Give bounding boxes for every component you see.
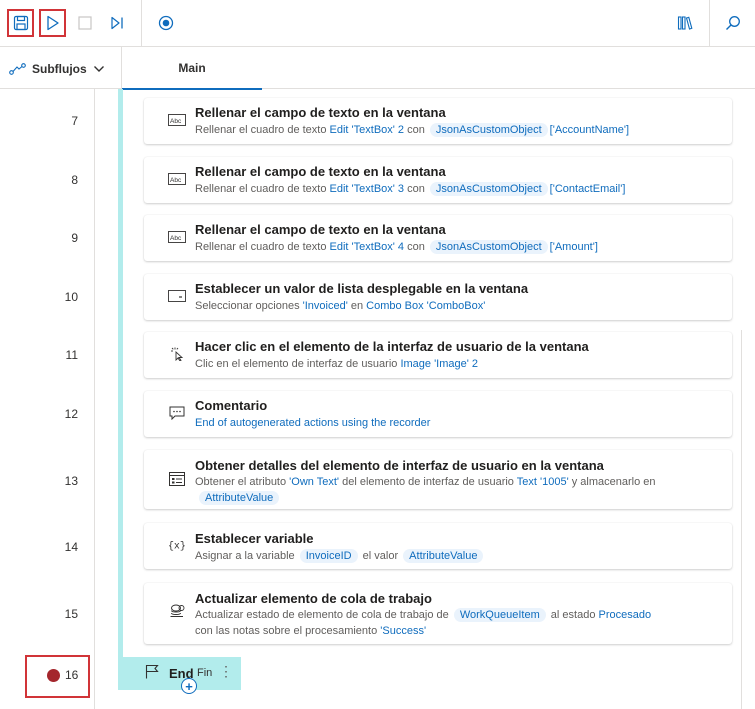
line-number[interactable]: 15 bbox=[40, 607, 78, 621]
toolbar-divider bbox=[709, 0, 710, 47]
breakpoint-icon[interactable] bbox=[47, 669, 60, 682]
variable-chip: JsonAsCustomObject bbox=[429, 123, 548, 137]
line-number[interactable]: 11 bbox=[40, 348, 78, 362]
library-button[interactable] bbox=[671, 9, 698, 37]
run-next-action-icon bbox=[110, 16, 123, 30]
action-description: Clic en el elemento de interfaz de usuar… bbox=[195, 358, 479, 370]
comment-icon bbox=[168, 406, 186, 420]
editor-right-border bbox=[741, 330, 742, 709]
action-card[interactable]: Abc Rellenar el campo de texto en la ven… bbox=[144, 157, 732, 203]
action-title: Rellenar el campo de texto en la ventana bbox=[195, 105, 446, 120]
textbox-icon: Abc bbox=[168, 172, 186, 186]
toolbar-divider bbox=[141, 0, 142, 47]
flag-icon bbox=[145, 664, 159, 679]
run-button[interactable] bbox=[39, 9, 66, 37]
line-number[interactable]: 9 bbox=[40, 231, 78, 245]
line-number[interactable]: 10 bbox=[40, 290, 78, 304]
search-icon bbox=[725, 16, 740, 30]
action-title: Rellenar el campo de texto en la ventana bbox=[195, 164, 446, 179]
action-description: Obtener el atributo 'Own Text' del eleme… bbox=[195, 476, 656, 505]
action-card[interactable]: Hacer clic en el elemento de la interfaz… bbox=[144, 332, 732, 378]
library-icon bbox=[677, 16, 692, 30]
tab-main-label: Main bbox=[178, 61, 206, 75]
line-number[interactable]: 14 bbox=[40, 540, 78, 554]
action-description: Actualizar estado de elemento de cola de… bbox=[195, 608, 652, 637]
play-icon bbox=[46, 15, 59, 31]
action-title: Comentario bbox=[195, 398, 268, 413]
toolbar bbox=[0, 0, 755, 47]
tab-selected-indicator bbox=[122, 88, 262, 90]
line-number[interactable]: 8 bbox=[40, 173, 78, 187]
line-number[interactable]: 13 bbox=[40, 474, 78, 488]
click-icon bbox=[168, 347, 186, 361]
work-queue-icon bbox=[168, 604, 186, 618]
stop-icon bbox=[77, 16, 92, 30]
subflow-tabs-bar: Subflujos Main bbox=[0, 47, 755, 90]
action-description: End of autogenerated actions using the r… bbox=[195, 417, 431, 429]
run-next-action-button[interactable] bbox=[103, 9, 130, 37]
textbox-icon: Abc bbox=[168, 230, 186, 244]
action-title: Establecer un valor de lista desplegable… bbox=[195, 281, 529, 296]
action-card[interactable]: {x} Establecer variable Asignar a la var… bbox=[144, 523, 732, 569]
action-card[interactable]: Abc Rellenar el campo de texto en la ven… bbox=[144, 98, 732, 144]
action-title: Establecer variable bbox=[195, 531, 314, 546]
stop-button[interactable] bbox=[71, 9, 98, 37]
record-button[interactable] bbox=[152, 9, 179, 37]
end-action[interactable]: End Fin ⋮ bbox=[118, 657, 241, 690]
action-description: Rellenar el cuadro de texto Edit 'TextBo… bbox=[195, 240, 598, 254]
main-scope-bar bbox=[118, 89, 123, 657]
subflows-dropdown[interactable]: Subflujos bbox=[9, 60, 105, 78]
variable-icon: {x} bbox=[168, 538, 186, 552]
svg-text:{x}: {x} bbox=[168, 541, 186, 552]
subflows-label: Subflujos bbox=[32, 62, 87, 76]
action-description: Rellenar el cuadro de texto Edit 'TextBo… bbox=[195, 123, 630, 137]
variable-chip: JsonAsCustomObject bbox=[429, 240, 548, 254]
action-title: Hacer clic en el elemento de la interfaz… bbox=[195, 339, 589, 354]
subflow-icon bbox=[9, 63, 26, 75]
more-options-icon[interactable]: ⋮ bbox=[219, 663, 233, 680]
action-title: Obtener detalles del elemento de interfa… bbox=[195, 458, 604, 473]
line-number[interactable]: 12 bbox=[40, 407, 78, 421]
action-card[interactable]: Establecer un valor de lista desplegable… bbox=[144, 274, 732, 320]
action-card[interactable]: Abc Rellenar el campo de texto en la ven… bbox=[144, 215, 732, 261]
save-icon bbox=[13, 15, 28, 31]
variable-chip: AttributeValue bbox=[199, 491, 280, 505]
action-title: Actualizar elemento de cola de trabajo bbox=[195, 591, 432, 606]
svg-text:Abc: Abc bbox=[170, 177, 182, 184]
action-card[interactable]: Obtener detalles del elemento de interfa… bbox=[144, 450, 732, 509]
line-number[interactable]: 7 bbox=[40, 114, 78, 128]
svg-text:Abc: Abc bbox=[170, 118, 182, 125]
variable-chip: WorkQueueItem bbox=[453, 608, 546, 622]
chevron-down-icon bbox=[93, 66, 104, 72]
add-action-button[interactable]: + bbox=[181, 678, 197, 694]
line-number: 16 bbox=[65, 668, 79, 682]
action-card[interactable]: Comentario End of autogenerated actions … bbox=[144, 391, 732, 437]
action-description: Rellenar el cuadro de texto Edit 'TextBo… bbox=[195, 182, 626, 196]
variable-chip: InvoiceID bbox=[299, 549, 358, 563]
variable-chip: JsonAsCustomObject bbox=[429, 182, 548, 196]
save-button[interactable] bbox=[7, 9, 34, 37]
tab-main[interactable]: Main bbox=[122, 47, 262, 90]
svg-text:Abc: Abc bbox=[170, 235, 182, 242]
end-sublabel: Fin bbox=[197, 667, 213, 679]
details-icon bbox=[168, 472, 186, 486]
action-card[interactable]: Actualizar elemento de cola de trabajo A… bbox=[144, 583, 732, 644]
breakpoint-line[interactable]: 16 bbox=[25, 655, 90, 698]
textbox-icon: Abc bbox=[168, 113, 186, 127]
action-description: Seleccionar opciones 'Invoiced' en Combo… bbox=[195, 300, 486, 312]
dropdown-icon bbox=[168, 289, 186, 303]
record-icon bbox=[158, 15, 173, 31]
action-title: Rellenar el campo de texto en la ventana bbox=[195, 222, 446, 237]
gutter-divider bbox=[94, 89, 95, 709]
action-description: Asignar a la variable InvoiceID el valor… bbox=[195, 548, 715, 564]
variable-chip: AttributeValue bbox=[403, 549, 484, 563]
search-button[interactable] bbox=[719, 9, 746, 37]
